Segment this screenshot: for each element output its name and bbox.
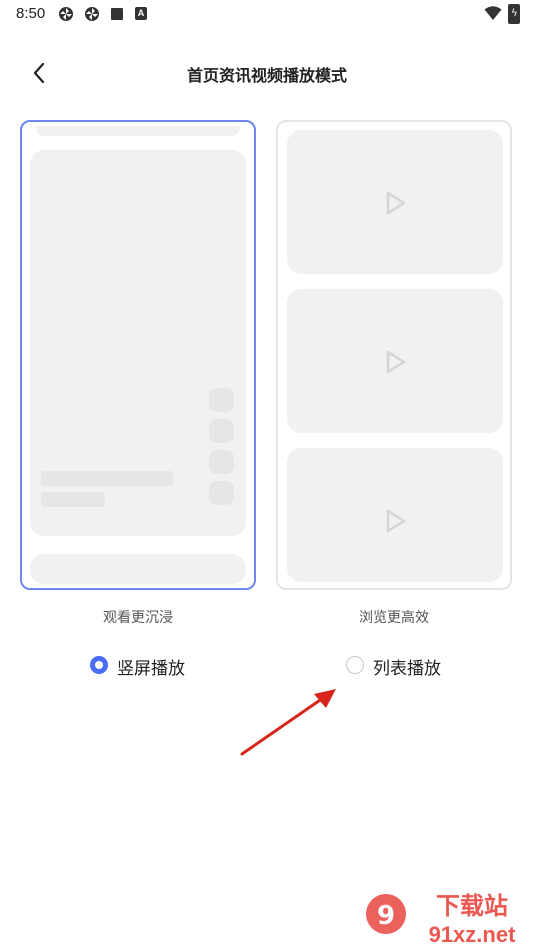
list-play-preview-card[interactable] [276,120,512,590]
svg-text:9: 9 [377,901,395,931]
preview-video-tile [287,448,503,582]
wifi-icon [484,6,502,20]
preview-side-button [209,419,234,443]
list-play-option[interactable]: 列表播放 [346,654,456,680]
pinwheel-icon [59,7,73,21]
vertical-play-radio[interactable] [90,656,108,674]
header: 首页资讯视频播放模式 [0,48,534,98]
preview-bottom-bar [30,554,246,584]
square-icon [111,8,123,20]
site-watermark-logo: 9 下载站 91xz.net [362,888,530,948]
preview-video-tile [287,130,503,274]
annotation-arrow-icon [240,689,336,756]
preview-top-strip [36,126,240,136]
preview-side-button [209,388,234,412]
svg-text:91xz.net: 91xz.net [429,922,516,947]
page-title: 首页资讯视频播放模式 [186,66,347,85]
preview-video-tile [287,289,503,433]
svg-text:下载站: 下载站 [436,892,508,920]
list-play-label: 列表播放 [373,659,441,679]
preview-text-line [41,492,105,507]
vertical-play-caption: 观看更沉浸 [103,610,173,626]
preview-side-button [209,450,234,474]
status-bar: 8:50 A ϟ [0,0,534,30]
list-play-radio[interactable] [346,656,364,674]
vertical-play-preview-card[interactable] [20,120,256,590]
battery-icon: ϟ [508,4,520,24]
vertical-play-label: 竖屏播放 [117,659,185,679]
list-play-caption: 浏览更高效 [359,610,429,626]
play-icon [386,509,406,533]
a-icon: A [135,7,147,20]
play-icon [386,191,406,215]
status-time: 8:50 [16,5,46,22]
preview-side-button [209,481,234,505]
pinwheel-icon [85,7,99,21]
preview-text-line [41,471,173,486]
vertical-play-option[interactable]: 竖屏播放 [90,654,200,680]
play-icon [386,350,406,374]
